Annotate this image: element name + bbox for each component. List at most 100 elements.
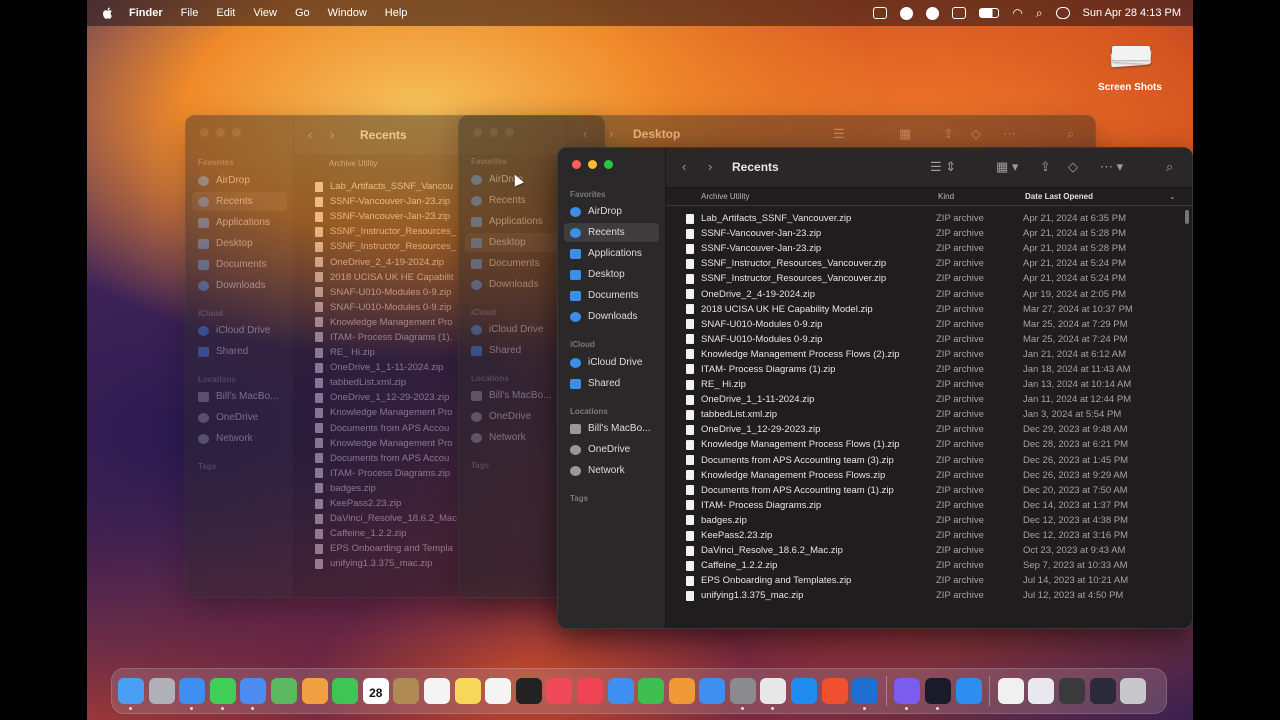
file-row[interactable]: OneDrive_1_1-11-2024.zip: [315, 360, 475, 375]
menu-finder[interactable]: Finder: [129, 7, 163, 19]
keynote-icon[interactable]: [607, 678, 634, 704]
translate-icon[interactable]: [873, 7, 888, 19]
file-row[interactable]: OneDrive_2_4-19-2024.zip ZIP archive Apr 1…: [686, 286, 1182, 301]
finder-window-recents[interactable]: Favorites AirDrop Recents Applications D…: [557, 147, 1193, 629]
file-row[interactable]: OneDrive_2_4-19-2024.zip: [315, 254, 475, 269]
search-icon[interactable]: ⌕: [1036, 6, 1043, 21]
file-row[interactable]: SSNF_Instructor_Resources_Vancouver.zip Z…: [686, 256, 1182, 271]
photos-icon[interactable]: [301, 678, 328, 704]
sidebar-item-airdrop[interactable]: AirDrop: [564, 202, 659, 221]
sidebar-item-documents[interactable]: Documents: [192, 255, 287, 274]
share-icon[interactable]: ⇪: [943, 126, 954, 142]
file-row[interactable]: Caffeine_1.2.2.zip ZIP archive Sep 7, 2023…: [686, 558, 1182, 573]
file-row[interactable]: Documents from APS Accou: [315, 451, 475, 466]
file-row[interactable]: Knowledge Management Process Flows (2).z…: [686, 347, 1182, 362]
zoom-icon[interactable]: [955, 678, 982, 704]
file-row[interactable]: SSNF-Vancouver-Jan-23.zip: [315, 209, 475, 224]
sidebar-item-desktop[interactable]: Desktop: [465, 233, 560, 252]
file-row[interactable]: OneDrive_1_12-29-2023.zip: [315, 390, 475, 405]
maps-icon[interactable]: [270, 678, 297, 704]
system-settings-icon[interactable]: [729, 678, 756, 710]
file-row[interactable]: SNAF-U010-Modules 0-9.zip: [315, 300, 475, 315]
file-row[interactable]: SSNF-Vancouver-Jan-23.zip ZIP archive Apr …: [686, 226, 1182, 241]
contacts-icon[interactable]: [393, 678, 420, 704]
search-icon[interactable]: ⌕: [1067, 126, 1074, 142]
messages-icon[interactable]: [209, 678, 236, 710]
news-icon[interactable]: [576, 678, 603, 704]
file-row[interactable]: SSNF_Instructor_Resources_Vancouver.zip Z…: [686, 271, 1182, 286]
app-store-icon[interactable]: [699, 678, 726, 704]
menu-file[interactable]: File: [181, 7, 199, 19]
screen-mirror-icon[interactable]: [952, 7, 967, 19]
file-row[interactable]: ITAM- Process Diagrams (1).zip ZIP archiv…: [686, 362, 1182, 377]
wifi-icon[interactable]: ◠: [1012, 6, 1022, 20]
sidebar-item-desktop[interactable]: Desktop: [564, 265, 659, 284]
menu-view[interactable]: View: [253, 7, 277, 19]
desktop-item-screen-shots[interactable]: Screen Shots: [1085, 46, 1175, 93]
file-row[interactable]: unifying1.3.375_mac.zip: [315, 556, 475, 571]
file-row[interactable]: ITAM- Process Diagrams (1).: [315, 330, 475, 345]
back-icon[interactable]: ‹: [682, 159, 686, 174]
file-row[interactable]: SNAF-U010-Modules 0-9.zip ZIP archive Mar …: [686, 332, 1182, 347]
file-row[interactable]: RE_ Hi.zip: [315, 345, 475, 360]
sidebar-item-network[interactable]: Network: [564, 461, 659, 480]
sidebar-item-downloads[interactable]: Downloads: [465, 275, 560, 294]
file-row[interactable]: Knowledge Management Pro: [315, 315, 475, 330]
sort-chevron-icon[interactable]: ⌄: [1169, 192, 1176, 201]
file-row[interactable]: Documents from APS Accounting team (3).z…: [686, 453, 1182, 468]
file-row[interactable]: tabbedList.xml.zip: [315, 375, 475, 390]
file-row[interactable]: SNAF-U010-Modules 0-9.zip: [315, 285, 475, 300]
sidebar-item-recents[interactable]: Recents: [192, 192, 287, 211]
file-row[interactable]: Knowledge Management Process Flows.zip ZI…: [686, 468, 1182, 483]
sidebar-item-desktop[interactable]: Desktop: [192, 234, 287, 253]
prime-video-icon[interactable]: [791, 678, 818, 704]
sidebar-item-applications[interactable]: Applications: [564, 244, 659, 263]
menu-edit[interactable]: Edit: [216, 7, 235, 19]
scrollbar[interactable]: [1185, 210, 1189, 224]
sidebar-item-applications[interactable]: Applications: [192, 213, 287, 232]
file-row[interactable]: badges.zip ZIP archive Dec 12, 2023 at 4:3…: [686, 513, 1182, 528]
file-row[interactable]: EPS Onboarding and Templa: [315, 541, 475, 556]
webex-icon[interactable]: [925, 678, 952, 710]
file-row[interactable]: SSNF-Vancouver-Jan-23.zip: [315, 194, 475, 209]
preview-icon[interactable]: [1028, 678, 1055, 704]
tag-icon[interactable]: ◇: [971, 126, 981, 142]
chrome-icon[interactable]: [760, 678, 787, 710]
zoom-button[interactable]: [604, 160, 613, 169]
music-icon[interactable]: [546, 678, 573, 704]
mail-icon[interactable]: [240, 678, 267, 710]
file-row[interactable]: tabbedList.xml.zip ZIP archive Jan 3, 2024…: [686, 407, 1182, 422]
sidebar-item-applications[interactable]: Applications: [465, 212, 560, 231]
sidebar-item-shared[interactable]: Shared: [465, 341, 560, 360]
sidebar-item-shared[interactable]: Shared: [192, 342, 287, 361]
column-header-date[interactable]: Date Last Opened: [1025, 192, 1093, 201]
file-row[interactable]: SSNF-Vancouver-Jan-23.zip ZIP archive Apr …: [686, 241, 1182, 256]
numbers-icon[interactable]: [638, 678, 665, 704]
tv-icon[interactable]: [515, 678, 542, 704]
file-row[interactable]: ITAM- Process Diagrams.zip ZIP archive Dec…: [686, 498, 1182, 513]
menu-window[interactable]: Window: [328, 7, 367, 19]
trash-icon[interactable]: [1120, 678, 1147, 704]
menu-go[interactable]: Go: [295, 7, 310, 19]
list-view-icon[interactable]: ☰ ⇕: [930, 159, 956, 175]
file-row[interactable]: RE_ Hi.zip ZIP archive Jan 13, 2024 at 10:…: [686, 377, 1182, 392]
finder-icon[interactable]: [118, 678, 144, 710]
sidebar-item-icloud-drive[interactable]: iCloud Drive: [192, 321, 287, 340]
menu-help[interactable]: Help: [385, 7, 408, 19]
minimize-button[interactable]: [588, 160, 597, 169]
apple-icon[interactable]: [101, 6, 115, 20]
notes-icon[interactable]: [454, 678, 481, 704]
file-row[interactable]: SSNF_Instructor_Resources_: [315, 239, 475, 254]
sidebar-item-downloads[interactable]: Downloads: [192, 276, 287, 295]
sidebar-item-macbook[interactable]: Bill's MacBo...: [465, 386, 560, 405]
group-icon[interactable]: ▦: [899, 126, 911, 142]
file-row[interactable]: EPS Onboarding and Templates.zip ZIP arch…: [686, 573, 1182, 588]
file-row[interactable]: KeePass2.23.zip: [315, 496, 475, 511]
more-icon[interactable]: ⋯ ▾: [1100, 159, 1123, 175]
sidebar-item-downloads[interactable]: Downloads: [564, 307, 659, 326]
sidebar-item-macbook[interactable]: Bill's MacBo...: [564, 419, 659, 438]
file-row[interactable]: SSNF_Instructor_Resources_: [315, 224, 475, 239]
screen-icon[interactable]: [1089, 678, 1116, 704]
close-button[interactable]: [572, 160, 581, 169]
sidebar-item-recents[interactable]: Recents: [465, 191, 560, 210]
